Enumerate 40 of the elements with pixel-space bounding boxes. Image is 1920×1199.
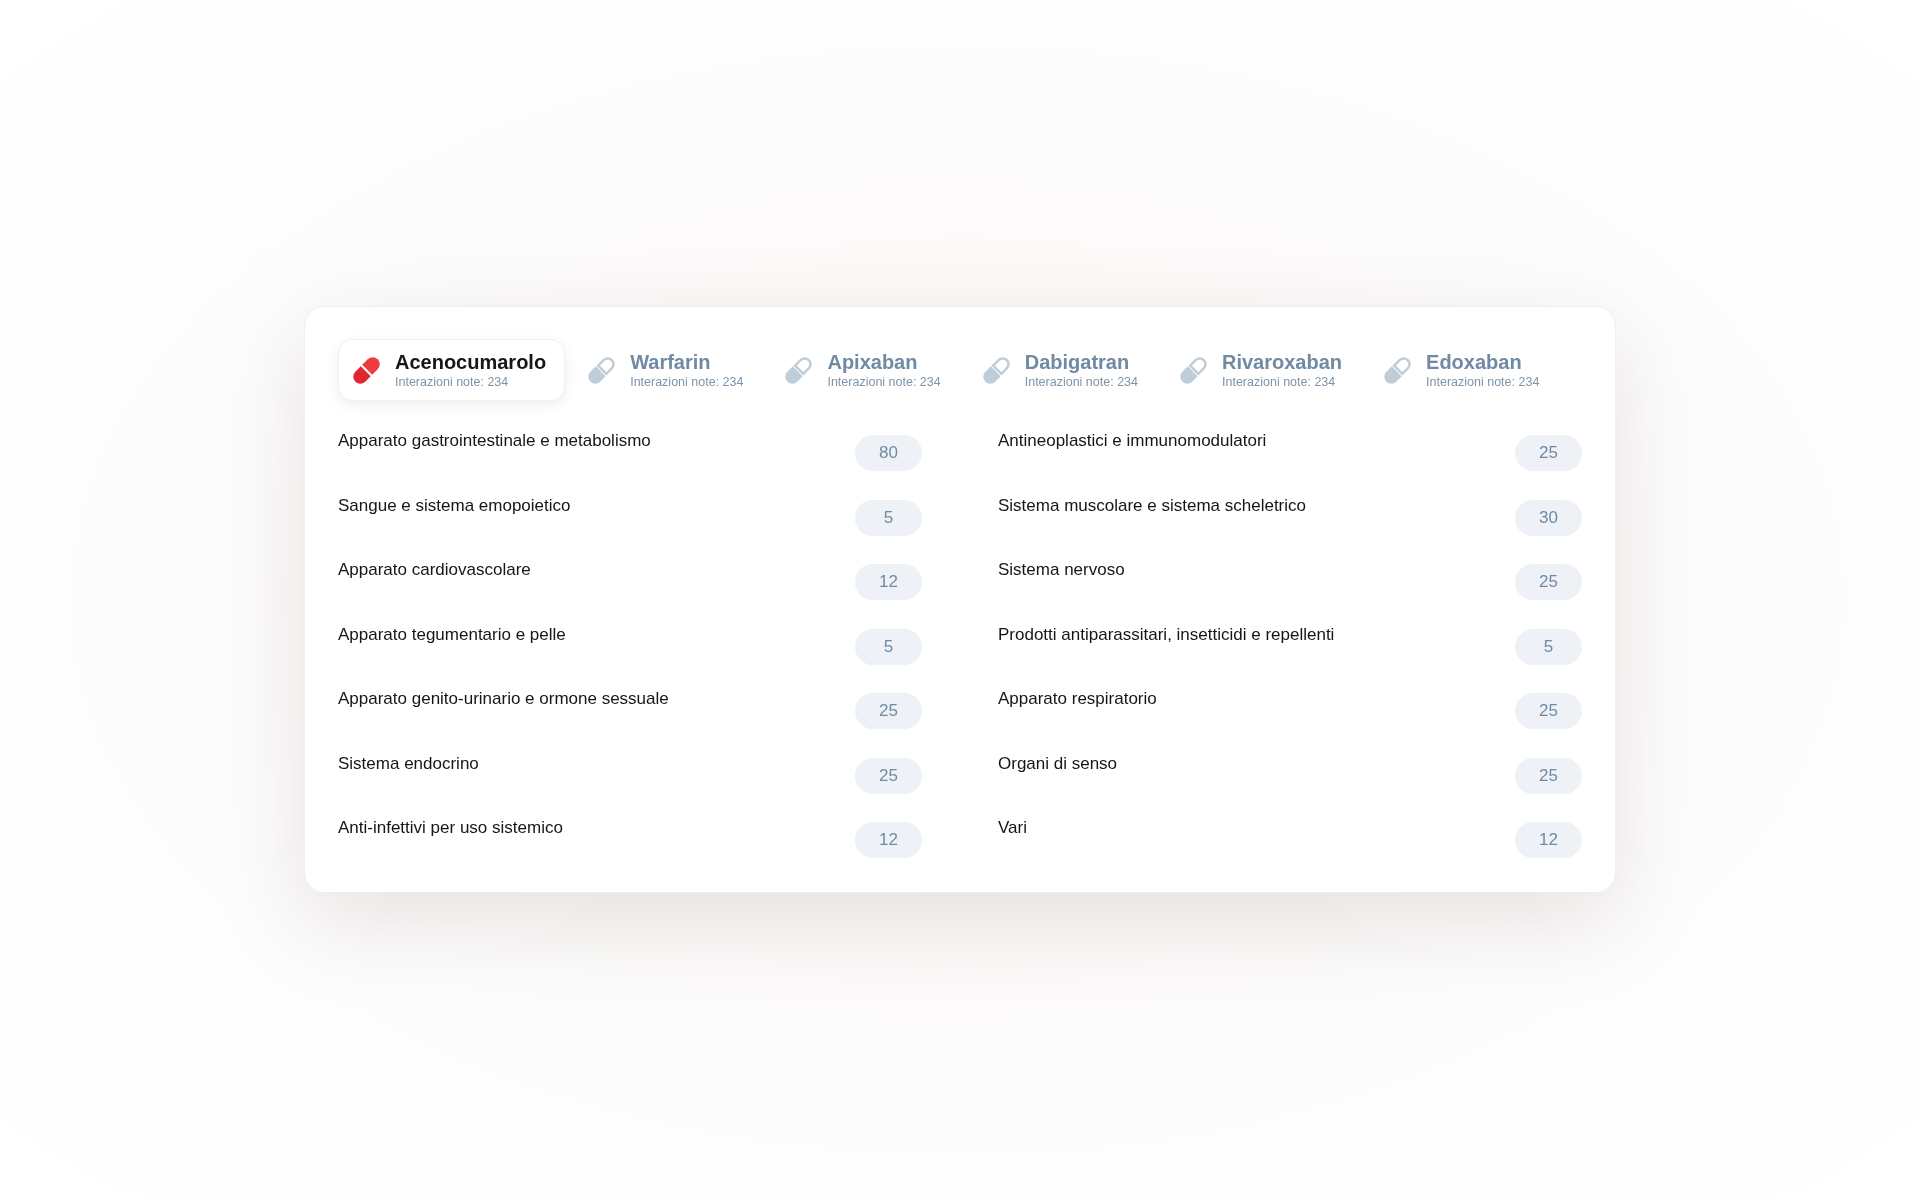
count-badge: 25 xyxy=(1515,435,1582,471)
category-label: Prodotti antiparassitari, insetticidi e repellenti xyxy=(998,623,1335,646)
category-label: Organi di senso xyxy=(998,752,1118,775)
category-label: Apparato tegumentario e pelle xyxy=(338,623,566,646)
count-badge: 5 xyxy=(855,628,922,665)
drug-tab[interactable]: Acenocumarolo Interazioni note: 234 xyxy=(338,339,566,401)
category-label: Sistema endocrino xyxy=(338,752,479,775)
count-badge: 25 xyxy=(1515,693,1582,729)
count-badge: 12 xyxy=(1515,822,1582,858)
drug-tab[interactable]: Apixaban Interazioni note: 234 xyxy=(770,339,960,401)
category-label: Antineoplastici e immunomodulatori xyxy=(998,430,1267,452)
category-label: Sangue e sistema emopoietico xyxy=(338,494,571,517)
drug-tab[interactable]: Rivaroxaban Interazioni note: 234 xyxy=(1165,339,1362,401)
drug-tab[interactable]: Warfarin Interazioni note: 234 xyxy=(573,339,763,401)
category-label: Vari xyxy=(998,817,1027,839)
category-label: Anti-infettivi per uso sistemico xyxy=(338,817,563,839)
count-badge: 12 xyxy=(855,564,922,600)
capsule-icon xyxy=(1180,356,1207,384)
count-badge: 5 xyxy=(1515,628,1582,665)
category-label: Apparato respiratorio xyxy=(998,688,1157,710)
count-badge: 25 xyxy=(855,693,922,729)
drug-tab[interactable]: Dabigatran Interazioni note: 234 xyxy=(967,339,1157,401)
drug-tab[interactable]: Edoxaban Interazioni note: 234 xyxy=(1369,339,1559,401)
count-badge: 30 xyxy=(1515,499,1582,536)
category-label: Apparato gastrointestinale e metabolismo xyxy=(338,430,651,452)
category-label: Sistema muscolare e sistema scheletrico xyxy=(998,494,1306,517)
count-badge: 25 xyxy=(1515,757,1582,794)
count-badge: 12 xyxy=(855,822,922,858)
capsule-icon xyxy=(588,356,616,384)
capsule-icon xyxy=(1384,356,1412,384)
category-label: Sistema nervoso xyxy=(998,559,1125,581)
capsule-icon xyxy=(785,356,813,384)
count-badge: 80 xyxy=(855,435,922,471)
capsule-icon xyxy=(982,356,1010,384)
count-badge: 25 xyxy=(855,757,922,794)
count-badge: 5 xyxy=(855,499,922,536)
category-label: Apparato genito-urinario e ormone sessuale xyxy=(338,688,669,710)
count-badge: 25 xyxy=(1515,564,1582,600)
capsule-icon xyxy=(353,356,380,384)
category-label: Apparato cardiovascolare xyxy=(338,559,531,581)
